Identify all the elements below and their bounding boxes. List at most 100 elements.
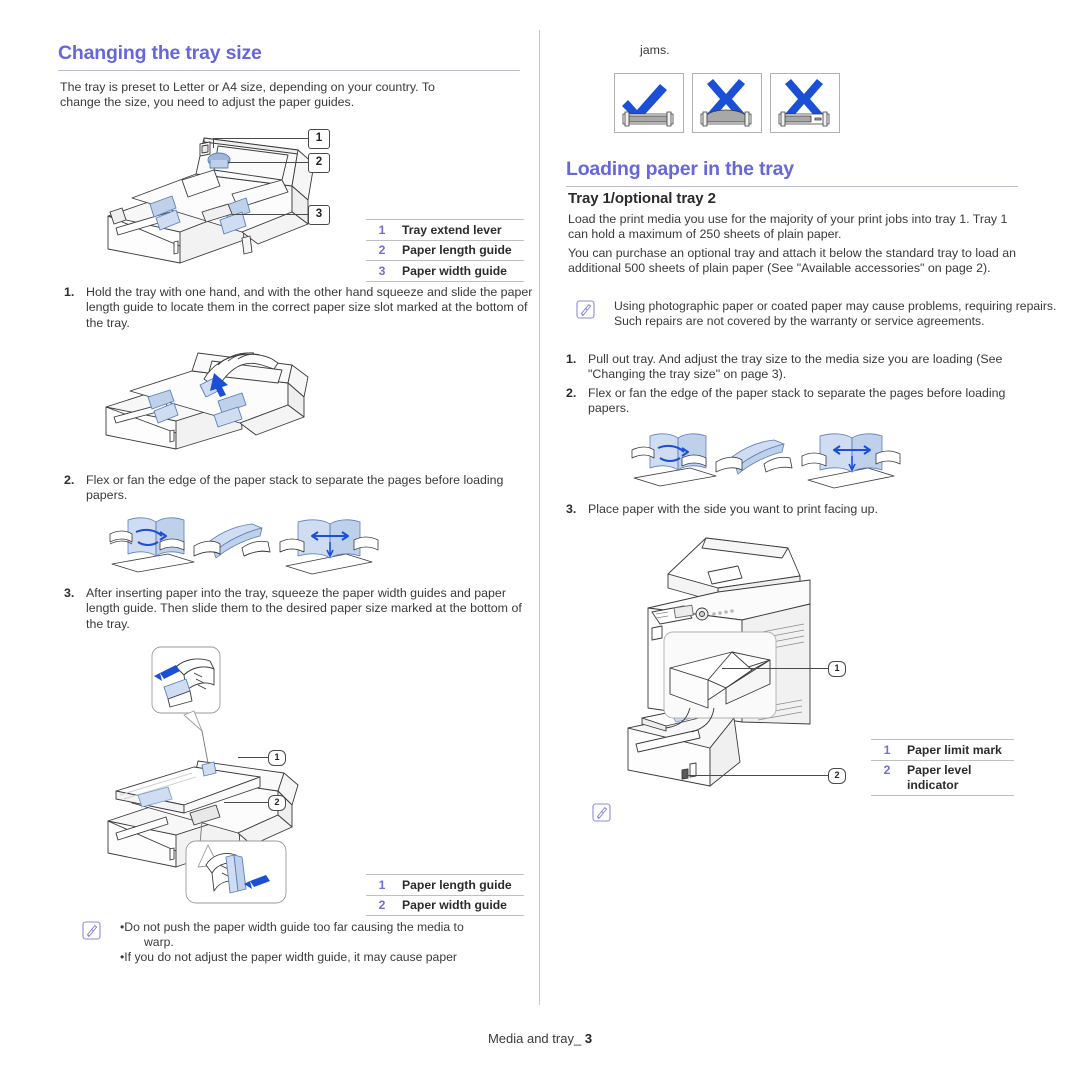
legend-label: Paper length guide <box>398 240 524 261</box>
check-mark-icon <box>622 84 674 127</box>
legend-row: 1 Paper length guide <box>366 874 524 896</box>
leader-line-2 <box>228 162 308 163</box>
footer-section-label: Media and tray_ <box>487 1031 582 1046</box>
note-pencil-icon <box>82 921 101 940</box>
mark-box-wrong-1 <box>692 73 762 133</box>
note-bullet-continuation: warp. <box>144 935 174 950</box>
trailing-note-block <box>592 803 611 827</box>
note-pencil-icon <box>592 803 611 822</box>
legend-label: Tray extend lever <box>398 219 524 241</box>
step-number: 2. <box>566 386 577 400</box>
legend-label: Paper width guide <box>398 895 524 916</box>
legend-row: 2 Paper width guide <box>366 895 524 916</box>
legend-number: 2 <box>871 760 903 796</box>
step-text: Pull out tray. And adjust the tray size … <box>588 352 1003 382</box>
note-pencil-icon <box>576 300 595 319</box>
note-bullet: •If you do not adjust the paper width gu… <box>120 950 560 965</box>
left-intro-paragraph: The tray is preset to Letter or A4 size,… <box>60 80 435 110</box>
cross-mark-icon <box>778 79 830 127</box>
note-bullet-list: •Do not push the paper width guide too f… <box>120 920 560 966</box>
legend-row: 1 Paper limit mark <box>871 739 1014 761</box>
right-paragraph-1: Load the print media you use for the maj… <box>568 212 1008 242</box>
step-number: 2. <box>64 473 75 487</box>
right-step-3: 3. Place paper with the side you want to… <box>560 502 1040 517</box>
right-note-block: Using photographic paper or coated paper… <box>566 299 1066 329</box>
note-bullet-text: If you do not adjust the paper width gui… <box>124 950 457 965</box>
figure-tray-guides: 1 2 3 <box>92 120 342 270</box>
left-step-3: 3. After inserting paper into the tray, … <box>58 586 538 632</box>
figure-printer-loading: 1 2 <box>622 532 862 800</box>
step-text: Place paper with the side you want to pr… <box>588 502 878 516</box>
tray-line-art <box>107 137 315 264</box>
legend-number: 1 <box>366 874 398 896</box>
step-text: After inserting paper into the tray, squ… <box>86 586 522 631</box>
step-number: 1. <box>64 285 75 299</box>
subsection-title-tray1: Tray 1/optional tray 2 <box>568 190 716 207</box>
section-title-loading-paper: Loading paper in the tray <box>566 158 1018 187</box>
leader-line-insert-2 <box>224 802 268 803</box>
cross-mark-icon <box>700 79 752 127</box>
left-note-block: •Do not push the paper width guide too f… <box>72 920 560 966</box>
mark-box-wrong-2 <box>770 73 840 133</box>
legend-number: 2 <box>366 240 398 261</box>
callout-chip-2: 2 <box>308 153 330 173</box>
callout-chip-printer-1: 1 <box>828 661 846 677</box>
legend-number: 2 <box>366 895 398 916</box>
leader-line-printer-1 <box>722 668 828 669</box>
flex-fan-line-art <box>109 517 379 575</box>
legend-number: 1 <box>871 739 903 761</box>
tray-hand-line-art <box>105 352 309 450</box>
column-divider <box>539 30 540 1005</box>
legend-row: 1 Tray extend lever <box>366 219 524 241</box>
note-bullet-text: Do not push the paper width guide too fa… <box>124 920 464 934</box>
leader-line-3 <box>232 214 308 215</box>
callout-chip-1: 1 <box>308 129 330 149</box>
legend-label: Paper length guide <box>398 874 524 896</box>
leader-line-1 <box>213 138 308 139</box>
callout-chip-3: 3 <box>308 205 330 225</box>
legend-table-guides: 1 Paper length guide 2 Paper width guide <box>366 874 524 916</box>
figure-insert-paper-tray: 1 2 <box>98 645 348 905</box>
step-text: Hold the tray with one hand, and with th… <box>86 285 533 330</box>
legend-label: Paper limit mark <box>903 739 1014 761</box>
legend-table-paper-marks: 1 Paper limit mark 2 Paper level indicat… <box>871 739 1014 796</box>
step-number: 3. <box>566 502 577 516</box>
page-title: Changing the tray size <box>58 42 520 71</box>
manual-page: Changing the tray size The tray is prese… <box>0 0 1080 1080</box>
callout-chip-insert-1: 1 <box>268 750 286 766</box>
legend-number: 1 <box>366 219 398 241</box>
legend-label: Paper level indicator <box>903 760 1014 796</box>
callout-chip-printer-2: 2 <box>828 768 846 784</box>
legend-row: 3 Paper width guide <box>366 260 524 282</box>
figure-squeeze-length-guide <box>92 345 342 455</box>
left-step-1: 1. Hold the tray with one hand, and with… <box>58 285 538 331</box>
legend-row: 2 Paper level indicator <box>871 760 1014 796</box>
page-footer: Media and tray_ 3 <box>0 1031 1080 1046</box>
step-text: Flex or fan the edge of the paper stack … <box>588 386 1006 416</box>
step-number: 1. <box>566 352 577 366</box>
legend-row: 2 Paper length guide <box>366 240 524 261</box>
figure-flex-fan-left <box>98 508 388 580</box>
insert-paper-line-art <box>107 646 299 904</box>
right-step-1: 1. Pull out tray. And adjust the tray si… <box>560 352 1040 383</box>
leader-line-insert-1 <box>238 757 268 758</box>
leader-vert-1 <box>213 138 214 148</box>
continued-text-jams: jams. <box>640 43 670 57</box>
callout-chip-insert-2: 2 <box>268 795 286 811</box>
printer-line-art <box>627 537 811 787</box>
flex-fan-line-art <box>631 433 901 489</box>
leader-line-printer-2 <box>688 775 828 776</box>
figure-flex-fan-right <box>620 428 910 492</box>
legend-label: Paper width guide <box>398 260 524 282</box>
step-number: 3. <box>64 586 75 600</box>
left-step-2: 2. Flex or fan the edge of the paper sta… <box>58 473 538 504</box>
legend-table-tray-parts: 1 Tray extend lever 2 Paper length guide… <box>366 219 524 282</box>
step-text: Flex or fan the edge of the paper stack … <box>86 473 504 503</box>
footer-page-number: 3 <box>584 1031 593 1046</box>
mark-box-correct <box>614 73 684 133</box>
legend-number: 3 <box>366 260 398 282</box>
right-step-2: 2. Flex or fan the edge of the paper sta… <box>560 386 1040 417</box>
note-text: Using photographic paper or coated paper… <box>614 299 1057 329</box>
right-paragraph-2: You can purchase an optional tray and at… <box>568 246 1016 276</box>
note-bullet: •Do not push the paper width guide too f… <box>120 920 560 950</box>
